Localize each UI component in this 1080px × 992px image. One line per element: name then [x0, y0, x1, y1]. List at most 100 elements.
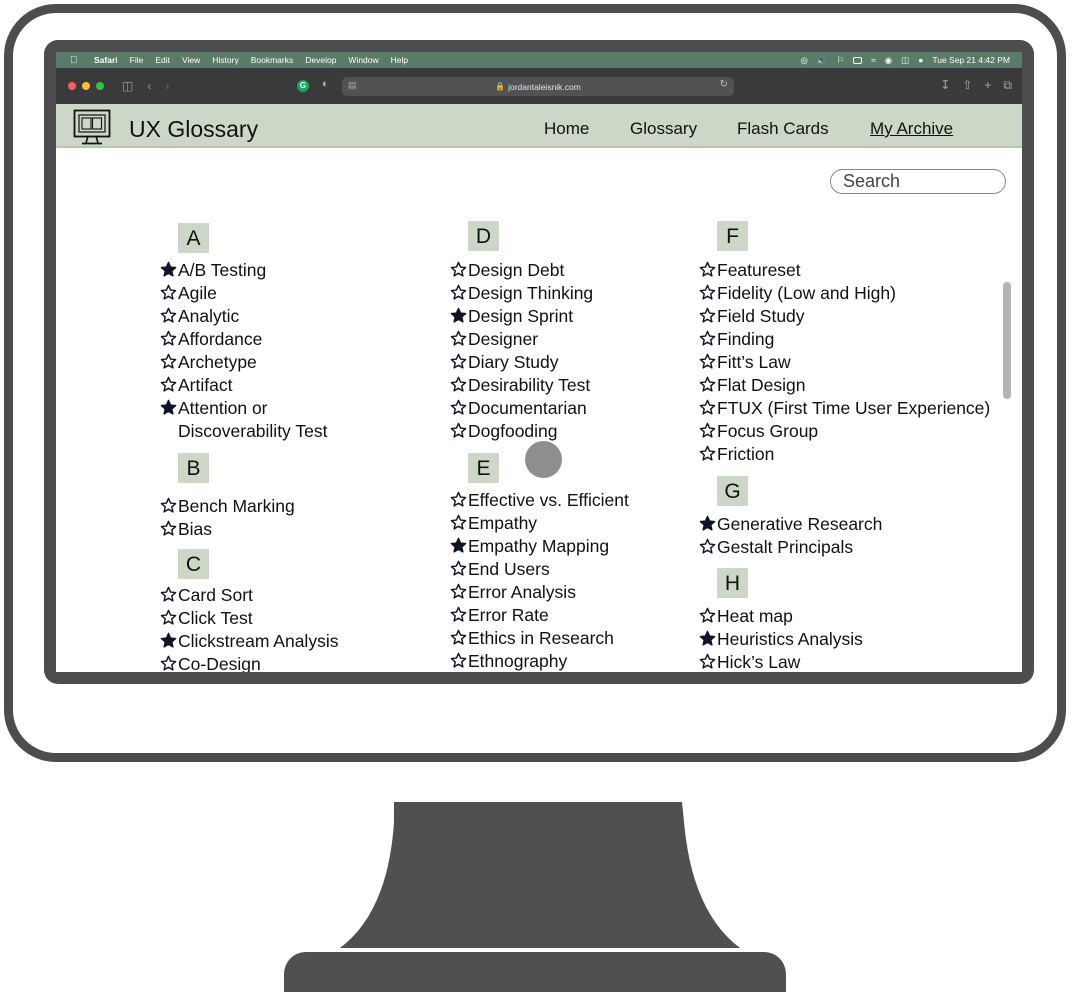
star-outline-icon[interactable] [699, 261, 716, 278]
forward-icon[interactable]: › [165, 79, 169, 93]
glossary-term-label[interactable]: A/B Testing [178, 259, 266, 282]
minimize-window-button[interactable] [82, 82, 90, 90]
star-outline-icon[interactable] [160, 586, 177, 603]
glossary-term[interactable]: Hick’s Law [699, 651, 800, 672]
glossary-term-label[interactable]: Ethics in Research [468, 627, 614, 650]
reader-icon[interactable]: ▤ [348, 80, 357, 91]
star-outline-icon[interactable] [699, 284, 716, 301]
glossary-term[interactable]: Featureset [699, 259, 801, 282]
search-input[interactable] [830, 169, 1006, 194]
glossary-term-label[interactable]: Featureset [717, 259, 801, 282]
star-outline-icon[interactable] [450, 560, 467, 577]
star-outline-icon[interactable] [699, 353, 716, 370]
flag-icon[interactable]: ⚐ [836, 55, 844, 66]
address-bar[interactable]: ▤ 🔒 jordantaleisnik.com ↻ [342, 77, 734, 96]
glossary-term[interactable]: Error Analysis [450, 581, 576, 604]
glossary-term[interactable]: Click Test [160, 607, 253, 630]
glossary-term-label[interactable]: Analytic [178, 305, 239, 328]
glossary-term-label[interactable]: Gestalt Principals [717, 536, 853, 559]
glossary-term[interactable]: Gestalt Principals [699, 536, 853, 559]
glossary-term-label[interactable]: Error Rate [468, 604, 549, 627]
star-filled-icon[interactable] [160, 261, 177, 278]
glossary-term[interactable]: Analytic [160, 305, 239, 328]
menu-app-name[interactable]: Safari [94, 55, 118, 65]
glossary-term[interactable]: Empathy Mapping [450, 535, 609, 558]
siri-icon[interactable]: ● [918, 55, 923, 65]
glossary-term[interactable]: Bias [160, 518, 212, 541]
glossary-term[interactable]: Finding [699, 328, 774, 351]
battery-icon[interactable] [853, 56, 863, 64]
star-filled-icon[interactable] [160, 399, 177, 416]
star-outline-icon[interactable] [699, 330, 716, 347]
glossary-term-label[interactable]: Fitt’s Law [717, 351, 791, 374]
glossary-term-label[interactable]: Focus Group [717, 420, 818, 443]
star-outline-icon[interactable] [699, 445, 716, 462]
glossary-term[interactable]: Desirability Test [450, 374, 590, 397]
star-filled-icon[interactable] [699, 515, 716, 532]
glossary-term[interactable]: Heat map [699, 605, 793, 628]
star-outline-icon[interactable] [450, 376, 467, 393]
star-outline-icon[interactable] [450, 652, 467, 669]
glossary-term[interactable]: Friction [699, 443, 774, 466]
star-outline-icon[interactable] [450, 330, 467, 347]
glossary-term-label[interactable]: Archetype [178, 351, 257, 374]
new-tab-icon[interactable]: + [984, 78, 991, 93]
star-outline-icon[interactable] [450, 606, 467, 623]
glossary-term-label[interactable]: Design Sprint [468, 305, 573, 328]
glossary-term[interactable]: Bench Marking [160, 495, 295, 518]
star-outline-icon[interactable] [450, 399, 467, 416]
star-filled-icon[interactable] [699, 630, 716, 647]
glossary-term[interactable]: Field Study [699, 305, 805, 328]
glossary-term[interactable]: Co-Design [160, 653, 261, 672]
glossary-term[interactable]: Attention or [160, 397, 268, 420]
zoom-window-button[interactable] [96, 82, 104, 90]
star-outline-icon[interactable] [699, 399, 716, 416]
glossary-term-label[interactable]: Documentarian [468, 397, 587, 420]
glossary-term-label[interactable]: Affordance [178, 328, 262, 351]
menu-history[interactable]: History [212, 55, 238, 65]
control-center-icon[interactable]: ◫ [901, 55, 909, 66]
star-outline-icon[interactable] [699, 538, 716, 555]
glossary-term-label[interactable]: Error Analysis [468, 581, 576, 604]
screen-record-icon[interactable]: ◎ [800, 55, 807, 66]
star-outline-icon[interactable] [450, 629, 467, 646]
star-outline-icon[interactable] [699, 607, 716, 624]
nav-home[interactable]: Home [544, 119, 589, 139]
glossary-term-label[interactable]: Design Thinking [468, 282, 593, 305]
glossary-term-label[interactable]: FTUX (First Time User Experience) [717, 397, 990, 420]
glossary-term[interactable]: Ethics in Research [450, 627, 614, 650]
glossary-term-label[interactable]: Agile [178, 282, 217, 305]
glossary-term-label[interactable]: Dogfooding [468, 420, 558, 443]
glossary-term[interactable]: Focus Group [699, 420, 818, 443]
glossary-term-label[interactable]: Heat map [717, 605, 793, 628]
glossary-term[interactable]: Archetype [160, 351, 257, 374]
glossary-term[interactable]: Error Rate [450, 604, 549, 627]
glossary-term[interactable]: Artifact [160, 374, 232, 397]
star-outline-icon[interactable] [699, 307, 716, 324]
star-outline-icon[interactable] [160, 497, 177, 514]
menu-develop[interactable]: Develop [305, 55, 336, 65]
glossary-term-label[interactable]: Field Study [717, 305, 805, 328]
glossary-term-label[interactable]: Finding [717, 328, 774, 351]
star-outline-icon[interactable] [450, 514, 467, 531]
computer-logo-icon[interactable] [73, 109, 111, 145]
star-outline-icon[interactable] [450, 284, 467, 301]
share-icon[interactable]: ⇧ [962, 78, 972, 93]
glossary-term-continued[interactable]: Discoverability Test [178, 420, 327, 443]
glossary-term[interactable]: Affordance [160, 328, 262, 351]
downloads-icon[interactable]: ↧ [940, 78, 950, 93]
glossary-term-label[interactable]: Effective vs. Efficient [468, 489, 629, 512]
star-outline-icon[interactable] [160, 330, 177, 347]
menu-window[interactable]: Window [348, 55, 378, 65]
star-outline-icon[interactable] [450, 353, 467, 370]
glossary-term-label[interactable]: Design Debt [468, 259, 564, 282]
glossary-term-label[interactable]: Click Test [178, 607, 253, 630]
glossary-term[interactable]: Generative Research [699, 513, 882, 536]
star-outline-icon[interactable] [160, 609, 177, 626]
star-outline-icon[interactable] [699, 376, 716, 393]
glossary-term[interactable]: Empathy [450, 512, 537, 535]
glossary-term-label[interactable]: Artifact [178, 374, 232, 397]
star-outline-icon[interactable] [160, 520, 177, 537]
star-outline-icon[interactable] [699, 422, 716, 439]
nav-my-archive[interactable]: My Archive [870, 119, 953, 139]
